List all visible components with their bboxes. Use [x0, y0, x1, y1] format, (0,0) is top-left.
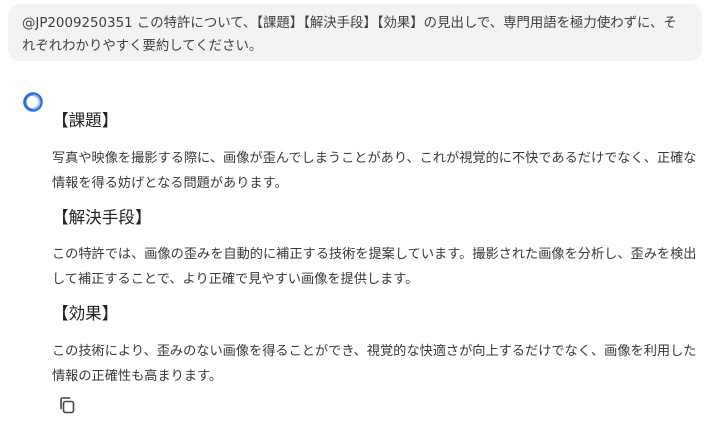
heading-problem: 【課題】	[52, 111, 119, 130]
assistant-logo-icon	[23, 92, 43, 112]
body-solution: この特許では、画像の歪みを自動的に補正する技術を提案しています。撮影された画像を…	[52, 247, 697, 287]
body-effect: この技術により、歪みのない画像を得ることができ、視覚的な快適さが向上するだけでな…	[52, 344, 697, 384]
copy-icon	[60, 397, 75, 414]
body-problem: 写真や映像を撮影する際に、画像が歪んでしまうことがあり、これが視覚的に不快である…	[52, 151, 697, 191]
copy-button[interactable]	[52, 390, 82, 420]
heading-solution: 【解決手段】	[52, 208, 152, 227]
heading-effect: 【効果】	[52, 304, 119, 323]
user-message-text: @JP2009250351 この特許について、【課題】【解決手段】【効果】の見出…	[22, 16, 677, 54]
user-message-bubble: @JP2009250351 この特許について、【課題】【解決手段】【効果】の見出…	[8, 4, 702, 61]
